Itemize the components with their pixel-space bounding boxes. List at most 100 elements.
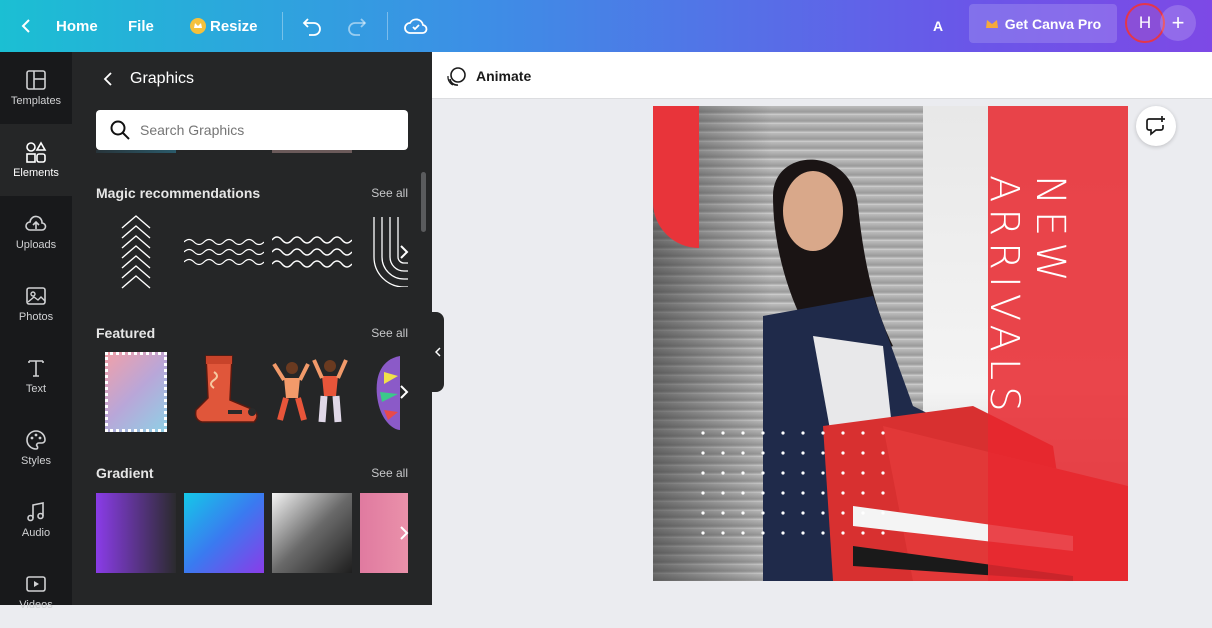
home-button[interactable]: Home [20,0,98,52]
rail-label: Styles [21,455,51,467]
avatar[interactable]: H [1125,3,1165,43]
gradient-thumb[interactable] [184,493,264,573]
red-accent-shape [653,106,699,248]
collapse-panel-button[interactable] [432,312,444,392]
top-bar: Home File Resize A Get Canva Pro H + [0,0,1212,52]
partial-thumb [96,150,176,153]
plus-icon: + [1171,10,1185,35]
see-all-link[interactable]: See all [371,466,408,480]
rail-item-uploads[interactable]: Uploads [0,196,72,268]
search-icon [110,120,130,140]
redo-icon [348,18,367,36]
rail-item-photos[interactable]: Photos [0,268,72,340]
crown-icon [985,19,998,28]
gradient-thumb[interactable] [272,493,352,573]
rail-label: Templates [10,95,62,107]
undo-button[interactable] [301,0,323,52]
see-all-link[interactable]: See all [371,326,408,340]
panel-header[interactable]: Graphics [96,70,194,88]
graphic-thumb[interactable] [184,352,264,432]
graphic-thumb[interactable] [272,352,352,432]
chevron-left-icon [435,347,441,357]
section-title: Featured [96,325,156,341]
rail-label: Elements [13,167,59,179]
side-rail: Templates Elements Uploads Photos Text S… [0,52,72,611]
rail-item-videos[interactable]: Videos [0,556,72,628]
next-arrow[interactable] [390,519,418,547]
search-box[interactable] [96,110,408,150]
elements-icon [26,141,47,163]
add-comment-button[interactable] [1136,106,1176,146]
rail-label: Photos [18,311,54,323]
audio-icon [27,502,44,522]
section-title: Gradient [96,465,154,481]
waves-graphic [184,238,264,266]
file-label: File [128,17,154,35]
file-menu[interactable]: File [128,0,154,52]
graphic-thumb[interactable] [96,352,176,432]
templates-icon [26,70,46,90]
rail-item-audio[interactable]: Audio [0,484,72,556]
resize-label: Resize [210,17,258,35]
rail-item-elements[interactable]: Elements [0,124,72,196]
section-title: Magic recommendations [96,185,261,201]
rail-item-templates[interactable]: Templates [0,52,72,124]
chevron-left-icon [103,72,112,86]
panel-scrollbar[interactable] [421,172,426,232]
comment-add-icon [1146,116,1165,136]
graphics-panel: Graphics Magic recommendations See all [72,52,432,605]
animate-button[interactable]: Animate [446,65,531,87]
canvas-toolbar: Animate [432,52,1212,99]
rail-label: Uploads [15,239,57,251]
gradient-thumb[interactable] [96,493,176,573]
gradient-row [96,493,408,573]
graphic-thumb[interactable] [272,212,352,292]
styles-icon [26,430,46,450]
chevron-right-icon [400,245,409,259]
see-all-link[interactable]: See all [371,186,408,200]
home-label: Home [56,17,98,35]
search-input[interactable] [140,122,380,138]
partial-thumb [272,150,352,153]
cloud-check-icon [404,18,428,34]
next-arrow[interactable] [390,238,418,266]
animate-icon [447,67,466,86]
account-letter[interactable]: A [933,0,943,52]
chevron-right-icon [400,385,409,399]
redo-button[interactable] [346,0,368,52]
undo-icon [302,18,321,36]
crown-icon [190,18,206,34]
uploads-icon [25,215,47,231]
divider [387,12,388,40]
chevron-left-icon [21,19,30,33]
featured-row [96,352,408,432]
rail-label: Videos [19,599,53,611]
dancing-people-graphic [272,359,348,423]
graphic-thumb[interactable] [96,212,176,292]
rail-label: Audio [21,527,51,539]
pro-button-label: Get Canva Pro [1004,15,1102,32]
account-letter-label: A [933,18,944,34]
panel-title: Graphics [130,70,195,87]
save-status-button[interactable] [404,0,428,52]
resize-button[interactable]: Resize [190,0,258,52]
animate-label: Animate [476,68,532,84]
rail-item-styles[interactable]: Styles [0,412,72,484]
waves-graphic [272,236,352,268]
cowboy-boot-graphic [194,355,258,423]
get-canva-pro-button[interactable]: Get Canva Pro [969,4,1117,43]
photos-icon [26,287,46,305]
chevron-right-icon [400,526,409,540]
next-arrow[interactable] [390,378,418,406]
divider [282,12,283,40]
chevrons-up-graphic [121,215,151,289]
add-button[interactable]: + [1160,5,1196,41]
rail-item-text[interactable]: Text [0,340,72,412]
text-icon [28,360,44,377]
avatar-initial: H [1138,13,1152,32]
stamp-graphic [105,352,167,432]
design-headline[interactable]: NEW ARRIVALS [981,175,1073,515]
dot-pattern [701,431,885,535]
graphic-thumb[interactable] [184,212,264,292]
videos-icon [26,576,46,592]
